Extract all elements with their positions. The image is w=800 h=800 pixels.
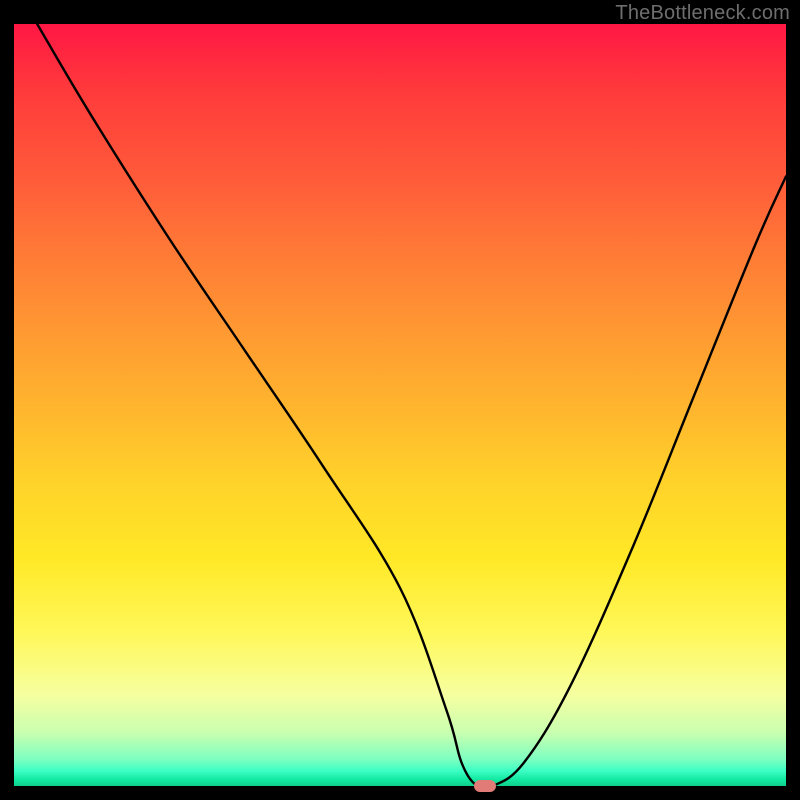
curve-path xyxy=(37,24,786,789)
bottleneck-curve xyxy=(14,24,786,786)
chart-frame: TheBottleneck.com xyxy=(0,0,800,800)
watermark-text: TheBottleneck.com xyxy=(615,2,790,25)
plot-area xyxy=(14,24,786,786)
optimum-marker xyxy=(474,780,496,792)
